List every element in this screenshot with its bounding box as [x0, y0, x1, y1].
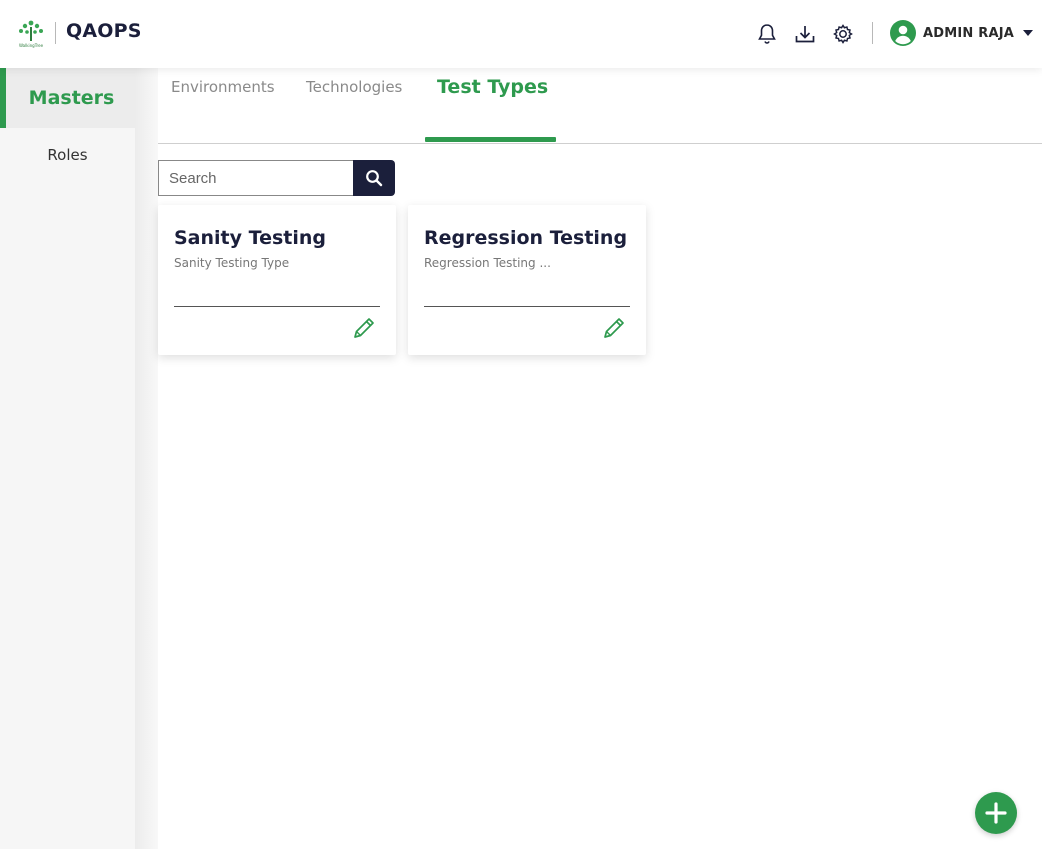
settings-gear-icon[interactable] [831, 22, 855, 46]
plus-icon [985, 802, 1007, 824]
sidebar-item-label: Roles [47, 146, 88, 164]
download-icon[interactable] [793, 22, 817, 46]
svg-text:WalkingTree: WalkingTree [19, 43, 44, 48]
user-circle-icon [890, 20, 916, 46]
active-indicator [0, 68, 6, 128]
tab-test-types[interactable]: Test Types [437, 76, 548, 98]
sidebar-shadow [135, 68, 158, 849]
pencil-edit-icon[interactable] [351, 315, 377, 341]
caret-down-icon[interactable] [1023, 30, 1034, 36]
sidebar: Masters Roles [0, 68, 135, 849]
header-divider [872, 22, 873, 44]
sidebar-item-roles[interactable]: Roles [0, 138, 135, 172]
test-type-card: Sanity Testing Sanity Testing Type [158, 205, 396, 355]
search-button[interactable] [353, 160, 395, 196]
top-header: WalkingTree QAOPS ADMIN RAJA [0, 0, 1042, 68]
tabs-divider [158, 143, 1042, 144]
card-description: Regression Testing ... [424, 256, 551, 270]
card-title: Regression Testing [424, 227, 628, 249]
tab-environments[interactable]: Environments [171, 78, 275, 96]
search-input[interactable] [158, 160, 354, 196]
tab-bar: Environments Technologies Test Types [158, 68, 1042, 144]
pencil-edit-icon[interactable] [601, 315, 627, 341]
search-icon [366, 170, 383, 187]
bell-icon[interactable] [755, 22, 779, 46]
card-title: Sanity Testing [174, 227, 326, 249]
tab-technologies[interactable]: Technologies [306, 78, 402, 96]
add-button[interactable] [975, 792, 1017, 834]
active-tab-underline [425, 137, 556, 142]
sidebar-item-label: Masters [28, 87, 115, 109]
card-divider [424, 306, 630, 307]
logo-divider [55, 22, 56, 44]
user-menu[interactable]: ADMIN RAJA [890, 19, 1034, 47]
card-description: Sanity Testing Type [174, 256, 290, 270]
app-title: QAOPS [66, 20, 142, 42]
sidebar-item-masters[interactable]: Masters [0, 68, 135, 128]
user-name: ADMIN RAJA [923, 25, 1015, 41]
test-type-card: Regression Testing Regression Testing ..… [408, 205, 646, 355]
card-divider [174, 306, 380, 307]
tree-logo-icon[interactable]: WalkingTree [15, 17, 47, 49]
